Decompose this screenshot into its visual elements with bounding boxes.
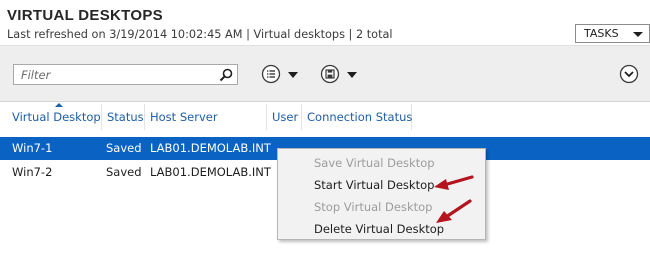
tasks-dropdown[interactable]: TASKS [575, 24, 650, 43]
column-label: User [272, 110, 299, 124]
menu-item-save-virtual-desktop: Save Virtual Desktop [278, 152, 485, 174]
menu-item-label: Delete Virtual Desktop [314, 222, 445, 236]
sort-ascending-icon [55, 103, 63, 107]
search-icon[interactable] [219, 68, 233, 82]
chevron-down-icon [288, 72, 298, 78]
view-options-icon [261, 64, 281, 84]
column-label: Connection Status [307, 110, 413, 124]
filter-input[interactable]: Filter [13, 64, 238, 85]
view-options-button[interactable] [261, 63, 303, 85]
tasks-label: TASKS [584, 27, 619, 40]
refresh-status: Last refreshed on 3/19/2014 10:02:45 AM … [7, 28, 393, 41]
column-status[interactable]: Status [102, 104, 145, 130]
filter-placeholder: Filter [21, 68, 51, 82]
cell-status: Saved [106, 141, 142, 155]
save-query-button[interactable] [320, 63, 362, 85]
cell-host: LAB01.DEMOLAB.INT [150, 165, 271, 179]
column-label: Virtual Desktop [12, 110, 101, 124]
chevron-down-icon [347, 72, 357, 78]
collapse-icon[interactable] [619, 64, 639, 84]
cell-name: Win7-2 [12, 165, 53, 179]
chevron-down-icon [633, 32, 643, 37]
context-menu: Save Virtual Desktop Start Virtual Deskt… [277, 148, 486, 240]
cell-status: Saved [106, 165, 142, 179]
toolbar: Filter [0, 45, 650, 102]
save-query-icon [320, 64, 340, 84]
menu-item-label: Stop Virtual Desktop [314, 200, 433, 214]
grid-header: Virtual Desktop Status Host Server User … [0, 103, 650, 130]
header: VIRTUAL DESKTOPS Last refreshed on 3/19/… [0, 0, 650, 44]
column-connection-status[interactable]: Connection Status [302, 104, 412, 130]
page-title: VIRTUAL DESKTOPS [7, 7, 163, 24]
annotation-arrow-icon [436, 199, 472, 223]
annotation-arrow-icon [434, 175, 474, 190]
column-virtual-desktop[interactable]: Virtual Desktop [7, 103, 102, 130]
column-label: Host Server [150, 110, 218, 124]
cell-host: LAB01.DEMOLAB.INT [150, 141, 271, 155]
menu-item-label: Start Virtual Desktop [314, 178, 435, 192]
cell-name: Win7-1 [12, 141, 53, 155]
column-label: Status [107, 110, 144, 124]
menu-item-label: Save Virtual Desktop [314, 156, 435, 170]
column-user[interactable]: User [267, 104, 302, 130]
column-host-server[interactable]: Host Server [145, 104, 267, 130]
